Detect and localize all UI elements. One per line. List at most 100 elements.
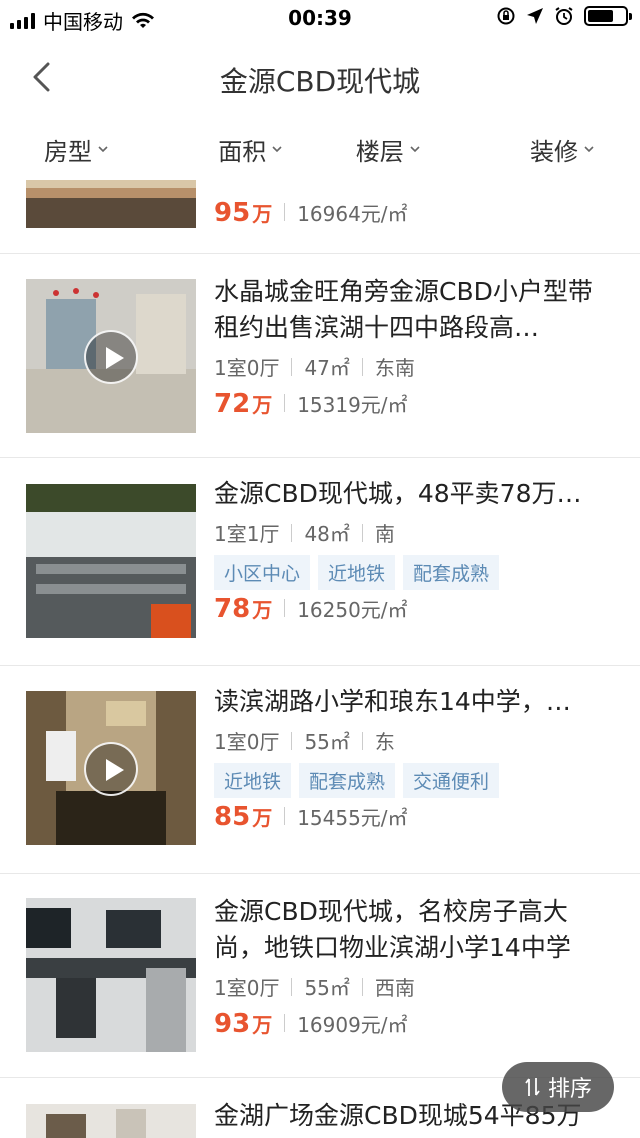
price-unit: 万 bbox=[252, 202, 273, 226]
filter-floor[interactable]: 楼层 bbox=[319, 124, 457, 174]
rooms: 1室0厅 bbox=[214, 976, 280, 1000]
tag-list: 近地铁 配套成熟 交通便利 bbox=[214, 763, 616, 798]
rotation-lock-icon bbox=[497, 7, 515, 25]
tag: 近地铁 bbox=[214, 763, 292, 798]
price-row: 95 万 16964元/㎡ bbox=[214, 198, 616, 228]
filter-label: 房型 bbox=[44, 137, 92, 166]
price-unit: 万 bbox=[252, 393, 273, 417]
orientation: 东南 bbox=[374, 356, 415, 380]
filter-label: 楼层 bbox=[355, 137, 404, 166]
divider bbox=[284, 394, 286, 412]
battery-icon bbox=[584, 6, 632, 26]
rooms: 1室1厅 bbox=[214, 522, 280, 546]
chevron-down-icon bbox=[410, 146, 420, 153]
list-item[interactable]: 水晶城金旺角旁金源CBD小户型带租约出售滨湖十四中路段高… 1室0厅 47㎡ 东… bbox=[0, 254, 640, 458]
list-item[interactable]: 金源CBD现代城，名校房子高大尚，地铁口物业滨湖小学14中学 1室0厅 55㎡ … bbox=[0, 874, 640, 1078]
unit-price: 16250元/㎡ bbox=[297, 598, 408, 622]
listing-photo bbox=[26, 691, 196, 845]
page-title: 金源CBD现代城 bbox=[219, 65, 421, 98]
unit-price: 15319元/㎡ bbox=[297, 393, 408, 417]
list-item[interactable]: 读滨湖路小学和琅东14中学，… 1室0厅 55㎡ 东 近地铁 配套成熟 交通便利… bbox=[0, 666, 640, 874]
divider bbox=[361, 523, 363, 542]
play-icon[interactable] bbox=[84, 330, 138, 384]
listing-list: 95 万 16964元/㎡ 水晶城金旺角旁金源CBD小户型带租约出售滨湖十四中路… bbox=[0, 180, 640, 1138]
listing-photo bbox=[26, 180, 196, 228]
tag: 配套成熟 bbox=[299, 763, 396, 798]
price: 78 bbox=[214, 594, 251, 624]
listing-meta: 1室0厅 55㎡ 东 bbox=[214, 726, 616, 755]
price: 93 bbox=[214, 1009, 251, 1039]
listing-title: 金源CBD现代城，48平卖78万… bbox=[214, 479, 582, 508]
unit-price: 16964元/㎡ bbox=[297, 202, 408, 226]
price-unit: 万 bbox=[252, 806, 273, 830]
sort-button[interactable]: 排序 bbox=[502, 1062, 614, 1112]
tag: 近地铁 bbox=[318, 555, 396, 590]
listing-photo bbox=[26, 1104, 196, 1138]
tag: 配套成熟 bbox=[403, 555, 500, 590]
filter-bar: 房型 面积 楼层 装修 bbox=[0, 124, 640, 174]
divider bbox=[291, 357, 293, 376]
listing-info: 金源CBD现代城，名校房子高大尚，地铁口物业滨湖小学14中学 1室0厅 55㎡ … bbox=[214, 894, 616, 1039]
tag: 小区中心 bbox=[214, 555, 311, 590]
play-icon[interactable] bbox=[84, 742, 138, 796]
chevron-down-icon bbox=[272, 146, 282, 153]
filter-label: 装修 bbox=[530, 137, 578, 166]
divider bbox=[291, 731, 293, 750]
listing-meta: 1室0厅 47㎡ 东南 bbox=[214, 352, 616, 381]
rooms: 1室0厅 bbox=[214, 356, 280, 380]
listing-info: 金源CBD现代城，48平卖78万… 1室1厅 48㎡ 南 小区中心 近地铁 配套… bbox=[214, 476, 616, 624]
list-item[interactable]: 95 万 16964元/㎡ bbox=[0, 180, 640, 254]
divider bbox=[291, 523, 293, 542]
chevron-down-icon bbox=[98, 146, 108, 153]
divider bbox=[284, 807, 286, 825]
sort-label: 排序 bbox=[547, 1077, 592, 1102]
listing-title: 读滨湖路小学和琅东14中学，… bbox=[214, 687, 571, 716]
listing-info: 95 万 16964元/㎡ bbox=[214, 194, 616, 228]
price-row: 78 万 16250元/㎡ bbox=[214, 594, 616, 624]
status-bar: 中国移动 00:39 bbox=[0, 0, 640, 36]
divider bbox=[361, 357, 363, 376]
unit-price: 16909元/㎡ bbox=[297, 1013, 408, 1037]
divider bbox=[284, 203, 286, 221]
area: 55㎡ bbox=[304, 976, 350, 1000]
listing-title: 金源CBD现代城，名校房子高大尚，地铁口物业滨湖小学14中学 bbox=[214, 897, 571, 962]
listing-meta: 1室0厅 55㎡ 西南 bbox=[214, 972, 616, 1001]
sort-icon bbox=[525, 1078, 540, 1096]
listing-photo bbox=[26, 898, 196, 1052]
divider bbox=[361, 977, 363, 996]
tag: 交通便利 bbox=[403, 763, 500, 798]
divider bbox=[284, 599, 286, 617]
chevron-down-icon bbox=[584, 146, 594, 153]
price: 85 bbox=[214, 802, 251, 832]
listing-meta: 1室1厅 48㎡ 南 bbox=[214, 518, 616, 547]
price-unit: 万 bbox=[252, 1013, 273, 1037]
area: 48㎡ bbox=[304, 522, 350, 546]
listing-photo bbox=[26, 484, 196, 638]
nav-bar: 金源CBD现代城 bbox=[0, 40, 640, 116]
divider bbox=[291, 977, 293, 996]
listing-title: 水晶城金旺角旁金源CBD小户型带租约出售滨湖十四中路段高… bbox=[214, 277, 593, 342]
price-row: 93 万 16909元/㎡ bbox=[214, 1009, 616, 1039]
status-right bbox=[496, 6, 632, 26]
listing-info: 读滨湖路小学和琅东14中学，… 1室0厅 55㎡ 东 近地铁 配套成熟 交通便利… bbox=[214, 684, 616, 832]
unit-price: 15455元/㎡ bbox=[297, 806, 408, 830]
price-row: 72 万 15319元/㎡ bbox=[214, 389, 616, 419]
area: 55㎡ bbox=[304, 730, 350, 754]
orientation: 东 bbox=[374, 730, 395, 754]
location-icon bbox=[527, 8, 543, 24]
price-row: 85 万 15455元/㎡ bbox=[214, 802, 616, 832]
orientation: 南 bbox=[374, 522, 395, 546]
filter-room-type[interactable]: 房型 bbox=[0, 124, 182, 174]
filter-decoration[interactable]: 装修 bbox=[457, 124, 640, 174]
filter-label: 面积 bbox=[218, 137, 267, 166]
divider bbox=[284, 1014, 286, 1032]
filter-area[interactable]: 面积 bbox=[182, 124, 320, 174]
price: 95 bbox=[214, 198, 251, 228]
tag-list: 小区中心 近地铁 配套成熟 bbox=[214, 555, 616, 590]
alarm-icon bbox=[555, 7, 573, 25]
list-item[interactable]: 金源CBD现代城，48平卖78万… 1室1厅 48㎡ 南 小区中心 近地铁 配套… bbox=[0, 458, 640, 666]
divider bbox=[361, 731, 363, 750]
listing-photo bbox=[26, 279, 196, 433]
price-unit: 万 bbox=[252, 598, 273, 622]
rooms: 1室0厅 bbox=[214, 730, 280, 754]
